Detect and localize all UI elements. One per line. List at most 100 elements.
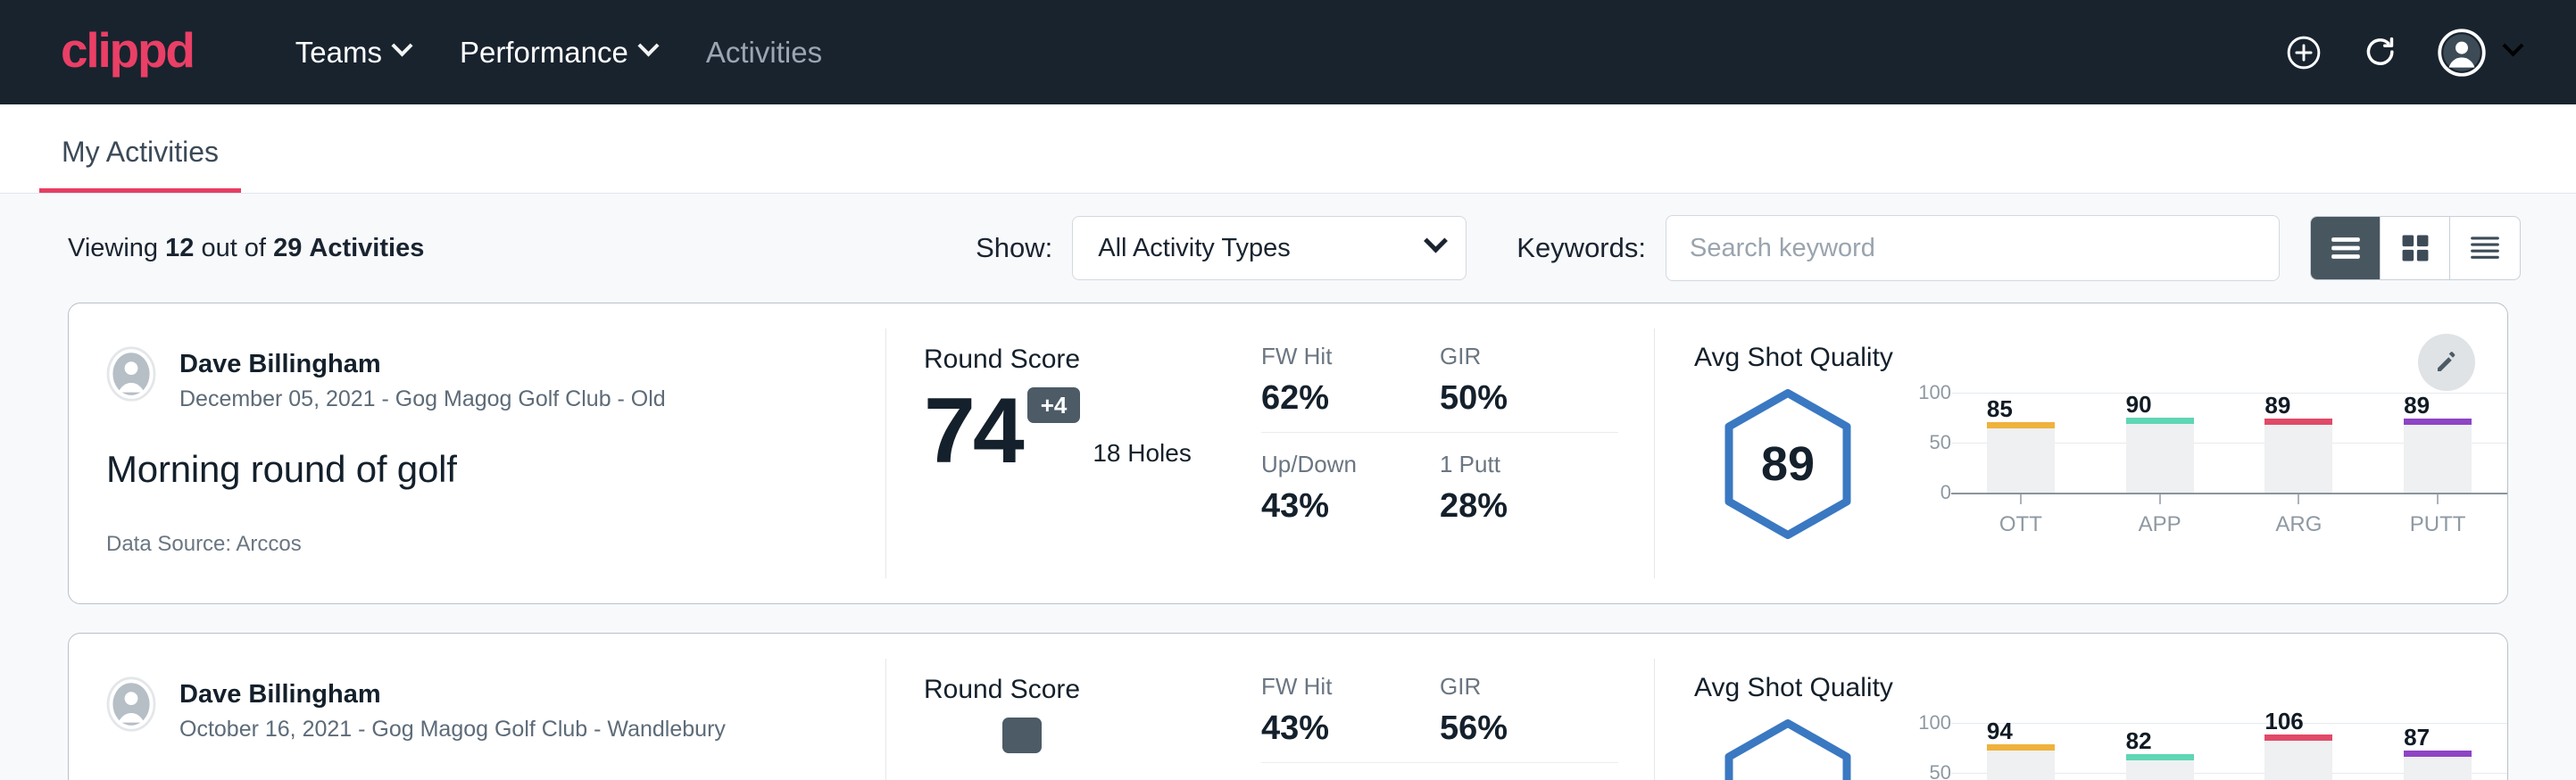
- bar-putt: 87: [2404, 751, 2472, 780]
- bar-cell-putt: 89: [2368, 393, 2507, 493]
- stat-one-putt: 1 Putt 28%: [1440, 451, 1618, 540]
- viewing-total: 29: [273, 234, 302, 262]
- show-label: Show:: [976, 232, 1052, 264]
- stat-fw-hit-value: 62%: [1261, 379, 1440, 418]
- bar-cell-arg: 89: [2230, 393, 2369, 493]
- avg-shot-quality-badge: [1694, 710, 1882, 780]
- avg-shot-quality-value: 89: [1721, 389, 1855, 539]
- chart-y-axis: 100 50 0: [1905, 723, 1951, 780]
- round-score-value: 74: [924, 389, 1022, 475]
- shot-quality-bar-chart: 100 50 0 94 82 106 87: [1882, 710, 2507, 780]
- stat-one-putt-value: 28%: [1440, 487, 1618, 526]
- avatar: [106, 346, 156, 402]
- activity-author: Dave Billingham December 05, 2021 - Gog …: [106, 346, 885, 412]
- add-circle-icon[interactable]: [2284, 33, 2323, 72]
- y-tick-50: 50: [1930, 761, 1951, 780]
- viewing-count-text: Viewing 12 out of 29 Activities: [68, 234, 424, 263]
- round-score-value-row: [924, 718, 1261, 753]
- stats-column: FW Hit 62% GIR 50% Up/Down 43% 1 Putt 28…: [1261, 303, 1654, 603]
- avg-shot-quality-badge: 89: [1694, 380, 1882, 539]
- x-label-arg: ARG: [2230, 512, 2369, 537]
- stat-gir-value: 50%: [1440, 379, 1618, 418]
- chevron-down-icon: [637, 35, 659, 56]
- x-label-ott: OTT: [1951, 512, 2090, 537]
- round-score-column: Round Score: [886, 634, 1261, 780]
- activity-author: Dave Billingham October 16, 2021 - Gog M…: [106, 676, 885, 743]
- stat-fw-hit: FW Hit 43%: [1261, 673, 1440, 763]
- stat-gir: GIR 56%: [1440, 673, 1618, 763]
- activity-card[interactable]: Dave Billingham October 16, 2021 - Gog M…: [68, 633, 2508, 780]
- tab-my-activities-label: My Activities: [62, 136, 219, 168]
- stat-one-putt-label: 1 Putt: [1440, 451, 1618, 478]
- bar-value-app: 82: [2126, 727, 2152, 755]
- nav-item-performance-label: Performance: [460, 36, 628, 70]
- search-input[interactable]: [1666, 215, 2280, 281]
- x-cell-arg: ARG: [2230, 493, 2369, 537]
- bar-putt: 89: [2404, 419, 2472, 493]
- top-navigation-bar: clippd Teams Performance Activities: [0, 0, 2576, 104]
- view-mode-grid[interactable]: [2381, 217, 2450, 279]
- round-score-label: Round Score: [924, 344, 1261, 375]
- viewing-prefix: Viewing: [68, 234, 158, 262]
- nav-item-performance[interactable]: Performance: [435, 36, 681, 70]
- bar-value-arg: 89: [2264, 392, 2290, 419]
- round-score-label: Round Score: [924, 675, 1261, 705]
- grid-view-icon: [2400, 233, 2431, 263]
- bar-cell-ott: 85: [1951, 393, 2090, 493]
- shot-quality-bar-chart: 100 50 0 85 90 89 89: [1882, 380, 2507, 537]
- bar-arg: 89: [2264, 419, 2332, 493]
- avg-shot-quality-column: Avg Shot Quality 100 50 0: [1655, 634, 2507, 780]
- activity-meta: October 16, 2021 - Gog Magog Golf Club -…: [179, 717, 726, 743]
- y-tick-100: 100: [1918, 381, 1951, 404]
- round-score-value-row: 74 +4 18 Holes: [924, 387, 1261, 475]
- stat-fw-hit-label: FW Hit: [1261, 343, 1440, 370]
- view-mode-compact[interactable]: [2450, 217, 2520, 279]
- view-mode-list[interactable]: [2311, 217, 2381, 279]
- activity-card[interactable]: Dave Billingham December 05, 2021 - Gog …: [68, 303, 2508, 604]
- bar-value-ott: 94: [1987, 718, 2013, 745]
- avatar: [106, 676, 156, 732]
- bar-value-putt: 87: [2404, 724, 2430, 751]
- bar-ott: 85: [1987, 422, 2055, 493]
- bar-ott: 94: [1987, 744, 2055, 780]
- score-differential-badge: +4: [1027, 387, 1081, 423]
- chart-bars: 85 90 89 89: [1951, 393, 2507, 493]
- bar-cell-app: 90: [2090, 393, 2230, 493]
- view-mode-toggle: [2310, 216, 2521, 280]
- chart-baseline: [1951, 493, 2507, 494]
- stat-up-down: Up/Down 43%: [1261, 451, 1440, 540]
- activity-data-source: Data Source: Arccos: [106, 532, 885, 557]
- bar-cell-app: 82: [2090, 723, 2230, 780]
- activity-type-select[interactable]: All Activity Types: [1072, 216, 1467, 280]
- tab-bar: My Activities: [0, 104, 2576, 194]
- activity-info-column: Dave Billingham October 16, 2021 - Gog M…: [69, 634, 885, 780]
- x-label-app: APP: [2090, 512, 2230, 537]
- stat-fw-hit-value: 43%: [1261, 709, 1440, 748]
- bar-arg: 106: [2264, 734, 2332, 780]
- refresh-icon[interactable]: [2361, 33, 2400, 72]
- viewing-suffix: Activities: [309, 234, 424, 262]
- filter-toolbar: Viewing 12 out of 29 Activities Show: Al…: [0, 194, 2576, 303]
- stats-grid: FW Hit 43% GIR 56%: [1261, 673, 1618, 780]
- nav-item-activities[interactable]: Activities: [681, 36, 847, 70]
- stat-gir-value: 56%: [1440, 709, 1618, 748]
- nav-item-teams[interactable]: Teams: [270, 36, 435, 70]
- avg-shot-quality-column: Avg Shot Quality 89 100 50: [1655, 303, 2507, 603]
- account-menu[interactable]: [2438, 29, 2521, 77]
- x-cell-putt: PUTT: [2368, 493, 2507, 537]
- stat-gir-label: GIR: [1440, 343, 1618, 370]
- chart-bars: 94 82 106 87: [1951, 723, 2507, 780]
- activity-author-name: Dave Billingham: [179, 678, 726, 710]
- tab-my-activities[interactable]: My Activities: [39, 136, 241, 193]
- bar-value-putt: 89: [2404, 392, 2430, 419]
- brand-logo[interactable]: clippd: [61, 26, 194, 79]
- account-avatar-icon: [2438, 29, 2486, 77]
- activity-title: Morning round of golf: [106, 448, 885, 491]
- round-score-column: Round Score 74 +4 18 Holes: [886, 303, 1261, 603]
- bar-value-arg: 106: [2264, 708, 2303, 735]
- activity-card-list: Dave Billingham December 05, 2021 - Gog …: [0, 303, 2576, 780]
- bar-app: 82: [2126, 754, 2194, 780]
- keywords-label: Keywords:: [1517, 232, 1646, 264]
- bar-cell-ott: 94: [1951, 723, 2090, 780]
- edit-activity-button[interactable]: [2418, 334, 2475, 391]
